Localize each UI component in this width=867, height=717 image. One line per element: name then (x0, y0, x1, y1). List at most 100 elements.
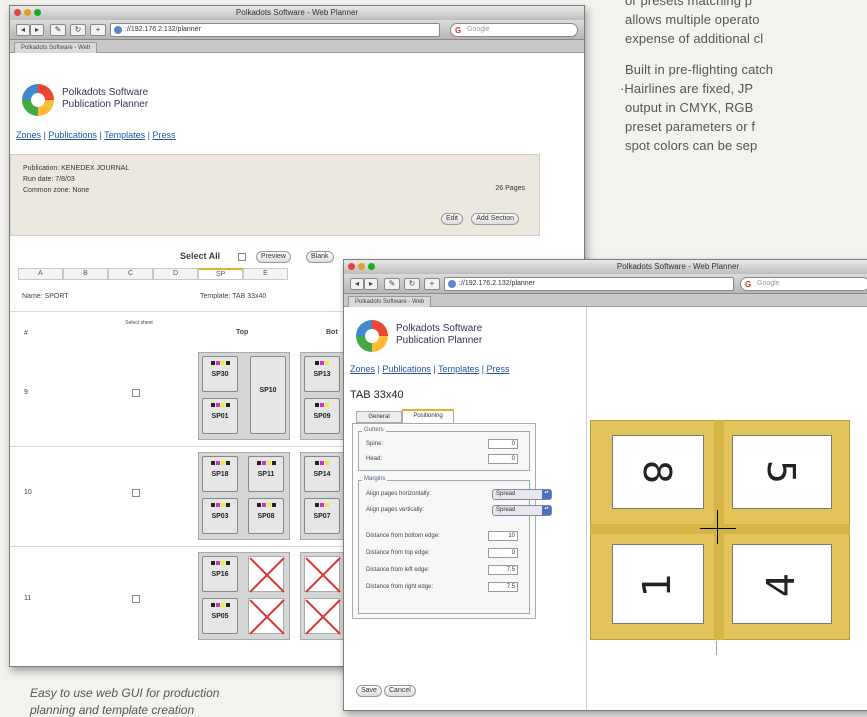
nav-templates[interactable]: Templates (104, 130, 145, 140)
align-v-select[interactable]: Spread (492, 505, 552, 516)
zoom-icon[interactable] (34, 9, 41, 16)
add-icon[interactable]: + (424, 278, 440, 290)
cancel-button[interactable]: Cancel (384, 685, 416, 697)
add-icon[interactable]: + (90, 24, 106, 36)
row-number: 11 (24, 595, 32, 602)
page-thumb[interactable]: SP08 (248, 498, 284, 534)
nav-separator: | (433, 364, 436, 374)
tab-a[interactable]: A (18, 268, 63, 280)
minimize-icon[interactable] (358, 263, 365, 270)
globe-icon (448, 280, 456, 288)
row-number: 10 (24, 489, 32, 496)
minimize-icon[interactable] (24, 9, 31, 16)
tab-c[interactable]: C (108, 268, 153, 280)
browser-tab[interactable]: Polkadots Software - Web (14, 42, 98, 53)
sheet-checkbox[interactable] (132, 389, 140, 397)
address-bar[interactable]: ://192.176.2.132/planner (444, 277, 734, 291)
preview-page[interactable]: 5 (732, 435, 832, 509)
address-bar[interactable]: ://192.176.2.132/planner (110, 23, 440, 37)
search-input[interactable]: G Google (740, 277, 867, 291)
margins-legend: Margins (362, 476, 388, 482)
nav-separator: | (43, 130, 46, 140)
title-bar: Polkadots Software - Web Planner (344, 260, 867, 274)
edit-button[interactable]: Edit (440, 213, 463, 225)
page-thumb[interactable]: SP18 (202, 456, 238, 492)
preview-page[interactable]: 1 (612, 544, 704, 624)
logo-text: Polkadots Software Publication Planner (62, 87, 149, 110)
back-icon[interactable]: ◂ (350, 278, 364, 290)
tab-b[interactable]: B (63, 268, 108, 280)
page-thumb[interactable]: SP01 (202, 398, 238, 434)
page-thumb[interactable]: SP30 (202, 356, 238, 392)
spine-field[interactable]: 0 (488, 439, 518, 449)
search-input[interactable]: G Google (450, 23, 578, 37)
col-top: Top (236, 329, 249, 336)
tab-e[interactable]: E (243, 268, 288, 280)
nav-publications[interactable]: Publications (382, 364, 431, 374)
nav-press[interactable]: Press (487, 364, 510, 374)
page-thumb[interactable]: SP16 (202, 556, 238, 592)
empty-page-marker[interactable] (304, 556, 340, 592)
col-bottom: Bot (326, 329, 338, 336)
nav-zones[interactable]: Zones (350, 364, 375, 374)
preview-page[interactable]: 4 (732, 544, 832, 624)
page-thumb[interactable]: SP10 (250, 356, 286, 434)
page-thumb[interactable]: SP09 (304, 398, 340, 434)
add-section-button[interactable]: Add Section (471, 213, 519, 225)
crosshair-h (700, 528, 736, 529)
page-thumb[interactable]: SP07 (304, 498, 340, 534)
reload-icon[interactable]: ↻ (404, 278, 420, 290)
tab-positioning[interactable]: Positioning (402, 409, 454, 423)
save-button[interactable]: Save (356, 685, 382, 697)
tab-sp[interactable]: SP (198, 268, 243, 280)
nav-publications[interactable]: Publications (48, 130, 97, 140)
dist-right-field[interactable]: 7.5 (488, 582, 518, 592)
page-thumb[interactable]: SP05 (202, 598, 238, 634)
page-thumb[interactable]: SP14 (304, 456, 340, 492)
blank-button[interactable]: Blank (306, 251, 334, 263)
url-text: ://192.176.2.132/planner (125, 26, 201, 33)
head-field[interactable]: 0 (488, 454, 518, 464)
align-v-label: Align pages vertically: (366, 507, 425, 513)
dist-bottom-field[interactable]: 10 (488, 531, 518, 541)
page-thumb[interactable]: SP13 (304, 356, 340, 392)
close-icon[interactable] (348, 263, 355, 270)
dist-left-label: Distance from left edge: (366, 567, 430, 573)
empty-page-marker[interactable] (304, 598, 340, 634)
align-h-select[interactable]: Spread (492, 489, 552, 500)
page-thumb[interactable]: SP03 (202, 498, 238, 534)
planner-window-front: Polkadots Software - Web Planner ◂ ▸ ✎ ↻… (343, 259, 867, 711)
back-icon[interactable]: ◂ (16, 24, 30, 36)
main-nav: Zones | Publications | Templates | Press (16, 130, 176, 140)
alignment-mark (716, 641, 717, 655)
nav-press[interactable]: Press (153, 130, 176, 140)
reload-icon[interactable]: ↻ (70, 24, 86, 36)
gutters-legend: Gutters (362, 427, 386, 433)
nav-separator: | (377, 364, 380, 374)
browser-tab[interactable]: Polkadots Software - Web (348, 296, 432, 307)
empty-page-marker[interactable] (248, 556, 284, 592)
sheet-checkbox[interactable] (132, 489, 140, 497)
article-line: expense of additional cl (625, 31, 764, 46)
window-title: Polkadots Software - Web Planner (235, 8, 359, 17)
dist-left-field[interactable]: 7.5 (488, 565, 518, 575)
edit-icon[interactable]: ✎ (384, 278, 400, 290)
preview-page[interactable]: 8 (612, 435, 704, 509)
col-number: # (24, 330, 28, 337)
close-icon[interactable] (14, 9, 21, 16)
preview-button[interactable]: Preview (256, 251, 291, 263)
tab-d[interactable]: D (153, 268, 198, 280)
zoom-icon[interactable] (368, 263, 375, 270)
nav-templates[interactable]: Templates (438, 364, 479, 374)
forward-icon[interactable]: ▸ (364, 278, 378, 290)
nav-zones[interactable]: Zones (16, 130, 41, 140)
edit-icon[interactable]: ✎ (50, 24, 66, 36)
page-thumb[interactable]: SP11 (248, 456, 284, 492)
sheet-checkbox[interactable] (132, 595, 140, 603)
caption-line: Easy to use web GUI for production (30, 686, 220, 700)
forward-icon[interactable]: ▸ (30, 24, 44, 36)
tab-general[interactable]: General (356, 411, 402, 423)
empty-page-marker[interactable] (248, 598, 284, 634)
dist-top-field[interactable]: 0 (488, 548, 518, 558)
select-all-checkbox[interactable] (238, 253, 246, 261)
